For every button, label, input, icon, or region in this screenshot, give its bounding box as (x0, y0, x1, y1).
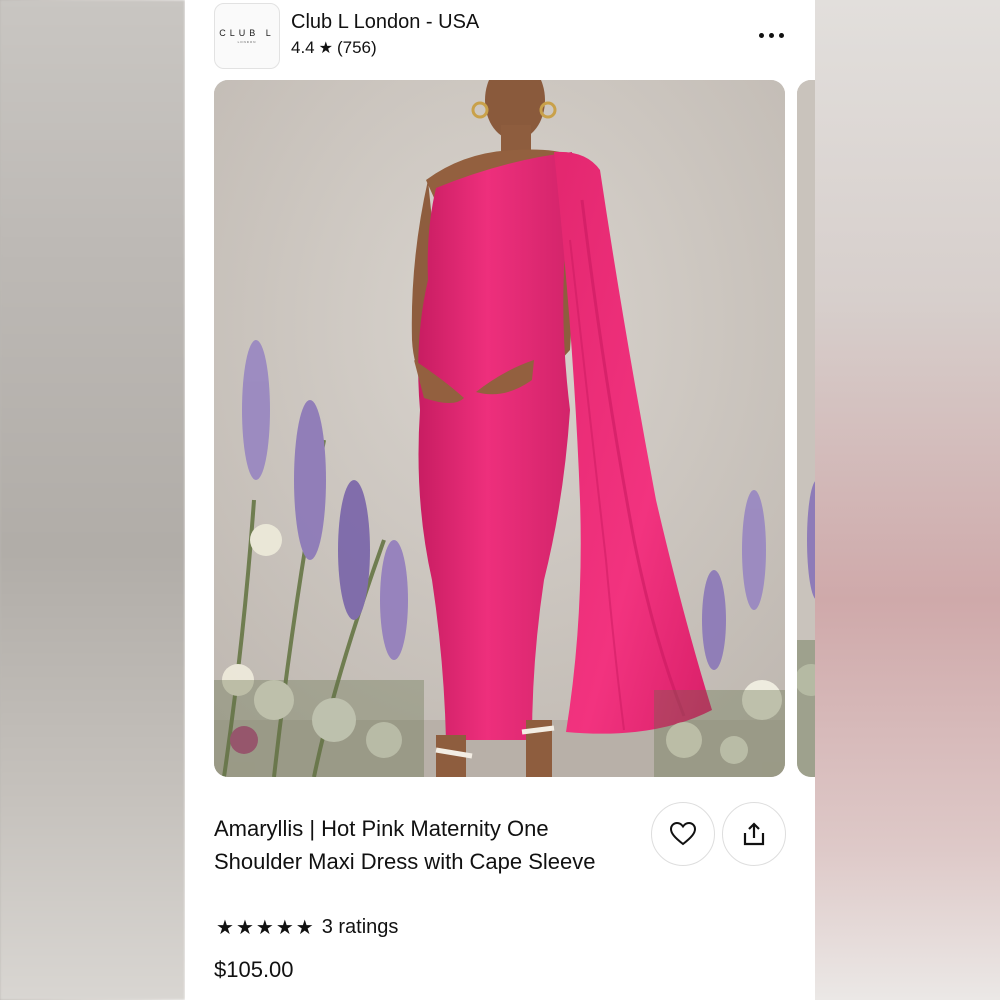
shop-rating-value: 4.4 (291, 38, 315, 57)
ratings-count: 3 ratings (321, 916, 399, 938)
shop-header: CLUB L LONDON Club L London - USA 4.4 ★ … (185, 0, 815, 72)
product-photo (214, 80, 785, 777)
product-price: $105.00 (214, 957, 294, 982)
product-title: Amaryllis | Hot Pink Maternity One Shoul… (214, 816, 596, 874)
shop-rating: 4.4 ★ (756) (291, 38, 377, 58)
background-blur-right (815, 0, 1000, 1000)
product-image[interactable] (214, 80, 785, 777)
background-blur-left (0, 0, 185, 1000)
next-product-image[interactable] (797, 80, 815, 777)
product-ratings[interactable]: ★ ★ ★ ★ ★ 3 ratings (216, 916, 398, 939)
star-icon: ★ (318, 40, 333, 57)
more-horizontal-icon (758, 32, 784, 38)
shop-logo-subtext: LONDON (237, 40, 257, 44)
shop-logo[interactable]: CLUB L LONDON (214, 3, 280, 69)
star-icon: ★ (295, 916, 314, 939)
heart-icon (670, 822, 696, 846)
share-icon (743, 822, 765, 846)
favorite-button[interactable] (651, 802, 715, 866)
shop-name[interactable]: Club L London - USA (291, 11, 479, 34)
more-options-button[interactable] (751, 22, 791, 48)
share-button[interactable] (722, 802, 786, 866)
star-icon: ★ (275, 916, 294, 939)
product-image-gallery[interactable] (214, 80, 815, 777)
shop-logo-text: CLUB L (219, 28, 275, 38)
rating-stars: ★ ★ ★ ★ ★ (216, 917, 314, 939)
star-icon: ★ (235, 916, 254, 939)
star-icon: ★ (255, 916, 274, 939)
next-product-photo (797, 80, 815, 777)
listing-screen: CLUB L LONDON Club L London - USA 4.4 ★ … (185, 0, 815, 1000)
star-icon: ★ (216, 916, 234, 939)
shop-review-count: (756) (336, 38, 377, 57)
